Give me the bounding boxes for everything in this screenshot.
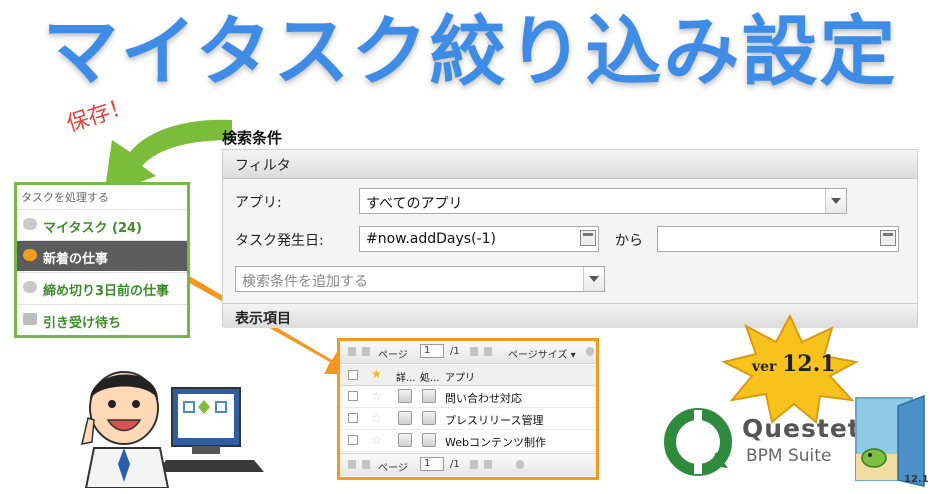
- version-prefix: ver: [752, 359, 777, 375]
- pager-total: /1: [450, 459, 460, 470]
- prev-page-icon[interactable]: [362, 460, 370, 469]
- process-icon[interactable]: [422, 389, 436, 403]
- process-icon[interactable]: [422, 433, 436, 447]
- next-page-icon[interactable]: [470, 460, 478, 469]
- select-all-checkbox[interactable]: [348, 370, 358, 380]
- first-page-icon[interactable]: [348, 347, 356, 356]
- menu-item-deadline[interactable]: 締め切り3日前の仕事: [17, 272, 187, 303]
- speech-bubble-icon: [23, 249, 37, 261]
- pager-size-dropdown[interactable]: ページサイズ ▾: [508, 346, 576, 361]
- pager-page-label: ページ: [378, 463, 408, 474]
- refresh-icon[interactable]: [516, 460, 524, 469]
- table-row[interactable]: ☆ 問い合わせ対応: [340, 386, 596, 408]
- app-select[interactable]: すべてのアプリ: [359, 188, 847, 214]
- chevron-down-icon[interactable]: [825, 189, 846, 213]
- task-menu: タスクを処理する マイタスク (24) 新着の仕事 締め切り3日前の仕事 引き受…: [14, 182, 190, 338]
- process-icon[interactable]: [422, 411, 436, 425]
- row-app: プレスリリース管理: [445, 414, 544, 427]
- menu-item-label: 締め切り3日前の仕事: [43, 284, 170, 299]
- refresh-icon[interactable]: [586, 347, 594, 356]
- date-separator: から: [615, 233, 643, 249]
- app-select-value: すべてのアプリ: [366, 196, 463, 212]
- date-from-value: #now.addDays(-1): [366, 231, 496, 247]
- version-number: 12.1: [782, 351, 836, 377]
- header-app[interactable]: アプリ: [445, 369, 475, 384]
- pager-page-input[interactable]: 1: [420, 457, 444, 471]
- search-conditions-panel: 検索条件 フィルタ アプリ: すべてのアプリ タスク発生日: #now.addD…: [222, 127, 918, 328]
- header-process[interactable]: 処...: [420, 369, 440, 384]
- brand-suite: BPM Suite: [746, 446, 832, 466]
- add-condition-placeholder: 検索条件を追加する: [242, 274, 368, 290]
- menu-item-label: 新着の仕事: [43, 252, 109, 267]
- menu-item-my-tasks[interactable]: マイタスク (24): [17, 209, 187, 240]
- row-app: Webコンテンツ制作: [445, 436, 546, 449]
- questetra-logo-icon: [664, 408, 732, 476]
- add-condition-select[interactable]: 検索条件を追加する: [235, 266, 605, 292]
- date-to-input[interactable]: [657, 226, 899, 252]
- pager-bottom: ページ 1 /1: [340, 453, 596, 476]
- menu-item-label: マイタスク (24): [43, 221, 142, 236]
- detail-search-icon[interactable]: [398, 433, 412, 447]
- door-version: 12.1: [904, 474, 929, 485]
- app-label: アプリ:: [235, 195, 282, 211]
- row-app: 問い合わせ対応: [445, 392, 522, 405]
- table-row[interactable]: ☆ Webコンテンツ制作: [340, 430, 596, 452]
- star-icon[interactable]: ☆: [371, 411, 382, 425]
- menu-item-new-work[interactable]: 新着の仕事: [17, 240, 187, 271]
- table-header: ★ 詳... 処... アプリ: [340, 365, 596, 386]
- speech-bubble-icon: [23, 281, 37, 293]
- header-detail[interactable]: 詳...: [396, 369, 416, 384]
- menu-item-awaiting[interactable]: 引き受け待ち: [17, 304, 187, 335]
- row-checkbox[interactable]: [348, 413, 358, 423]
- star-icon[interactable]: ☆: [371, 433, 382, 447]
- calendar-icon[interactable]: [880, 230, 896, 246]
- row-checkbox[interactable]: [348, 435, 358, 445]
- filter-header[interactable]: フィルタ: [223, 150, 917, 179]
- date-label: タスク発生日:: [235, 233, 324, 249]
- task-table: ページ 1 /1 ページサイズ ▾ ★ 詳... 処... アプリ ☆ 問い合わ…: [337, 338, 599, 480]
- pager-total: /1: [450, 346, 460, 357]
- next-page-icon[interactable]: [470, 347, 478, 356]
- chevron-down-icon[interactable]: [583, 267, 604, 291]
- version-badge-text: ver 12.1: [752, 351, 836, 377]
- prev-page-icon[interactable]: [362, 347, 370, 356]
- panel-title: 検索条件: [222, 129, 283, 147]
- pager-page-label: ページ: [378, 350, 408, 361]
- date-from-input[interactable]: #now.addDays(-1): [359, 226, 599, 252]
- star-icon[interactable]: ☆: [371, 389, 382, 403]
- calendar-icon[interactable]: [580, 230, 596, 246]
- row-checkbox[interactable]: [348, 391, 358, 401]
- last-page-icon[interactable]: [484, 460, 492, 469]
- task-menu-caption: タスクを処理する: [21, 191, 109, 204]
- person-at-computer-illustration: [81, 371, 264, 488]
- last-page-icon[interactable]: [484, 347, 492, 356]
- display-items-label: 表示項目: [235, 311, 291, 327]
- handoff-arrow-icon: [23, 313, 37, 325]
- menu-item-label: 引き受け待ち: [43, 316, 122, 331]
- filter-header-label: フィルタ: [235, 158, 291, 174]
- first-page-icon[interactable]: [348, 460, 356, 469]
- pager-top: ページ 1 /1 ページサイズ ▾: [340, 341, 596, 364]
- table-row[interactable]: ☆ プレスリリース管理: [340, 408, 596, 430]
- star-icon[interactable]: ★: [371, 367, 382, 381]
- panel-box: フィルタ アプリ: すべてのアプリ タスク発生日: #now.addDays(-…: [222, 149, 918, 328]
- detail-search-icon[interactable]: [398, 389, 412, 403]
- speech-bubble-icon: [23, 218, 37, 230]
- detail-search-icon[interactable]: [398, 411, 412, 425]
- pager-page-input[interactable]: 1: [420, 344, 444, 358]
